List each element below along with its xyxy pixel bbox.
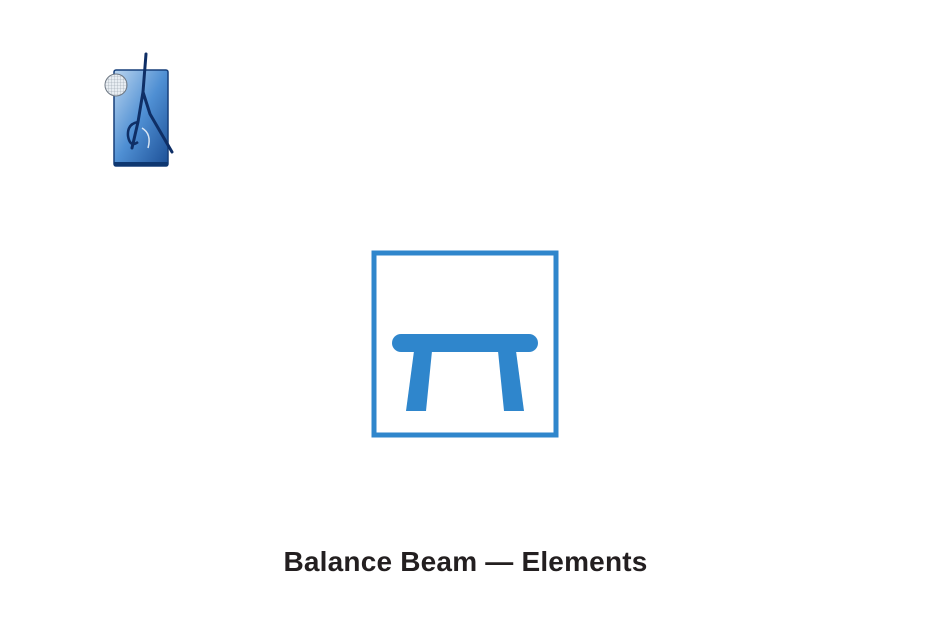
page-title: Balance Beam — Elements bbox=[283, 546, 648, 577]
balance-beam-icon bbox=[371, 250, 559, 438]
gymnast-emblem-icon bbox=[104, 52, 174, 167]
